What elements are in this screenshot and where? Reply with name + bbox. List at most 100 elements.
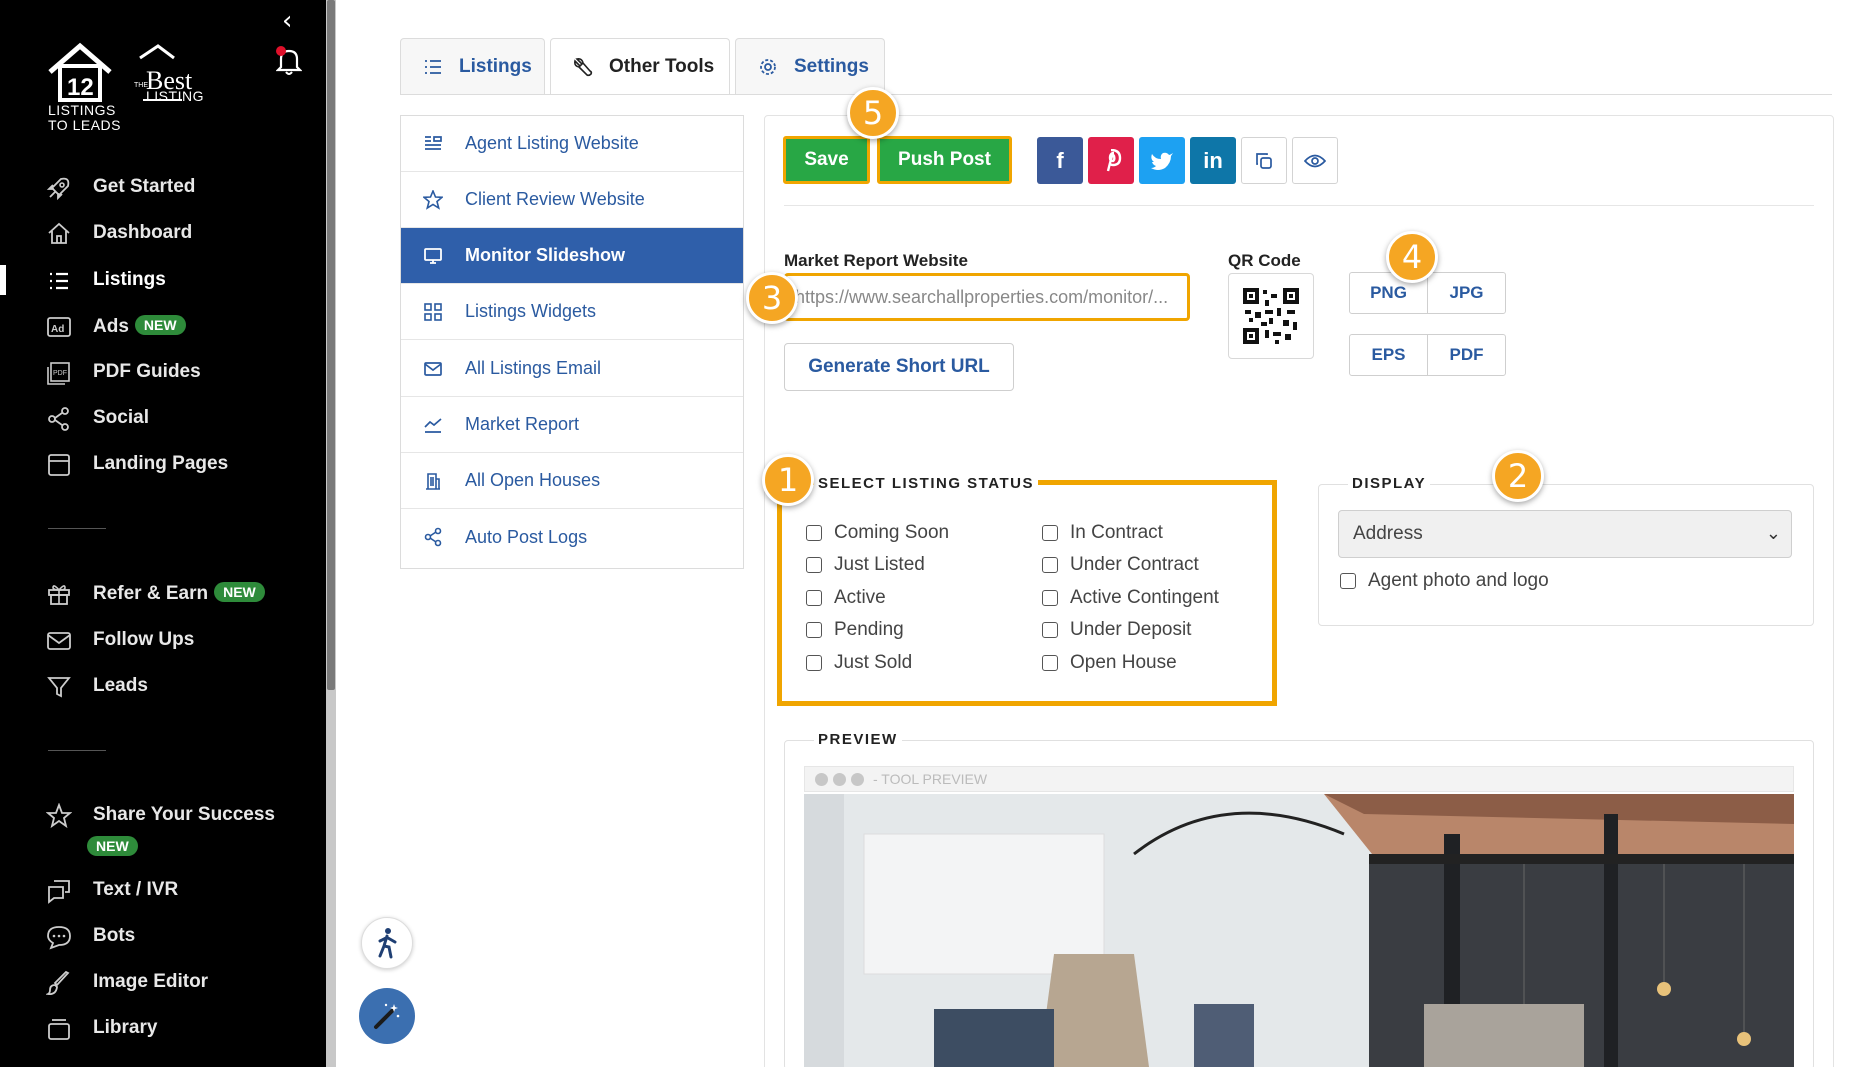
submenu-label: All Listings Email (465, 358, 602, 378)
submenu-item-auto-post-logs[interactable]: Auto Post Logs (401, 509, 743, 565)
sidebar-item-dashboard[interactable]: Dashboard (0, 213, 326, 253)
sidebar-item-label: Get Started (93, 176, 196, 197)
checkbox[interactable] (1042, 655, 1058, 671)
save-button[interactable]: Save (783, 136, 870, 184)
qr-code-icon (1243, 288, 1299, 344)
facebook-share-button[interactable]: f (1037, 137, 1083, 184)
tab-listings[interactable]: Listings (400, 38, 545, 94)
checkbox[interactable] (1042, 590, 1058, 606)
download-pdf-button[interactable]: PDF (1427, 334, 1506, 376)
checkbox[interactable] (1042, 557, 1058, 573)
checkbox[interactable] (806, 525, 822, 541)
status-checkbox-active[interactable]: Active (806, 587, 886, 609)
sidebar-item-text-ivr[interactable]: Text / IVR (0, 870, 326, 910)
submenu-item-client-review-website[interactable]: Client Review Website (401, 172, 743, 228)
status-checkbox-coming-soon[interactable]: Coming Soon (806, 522, 949, 544)
checkbox[interactable] (1042, 622, 1058, 638)
submenu-item-all-open-houses[interactable]: All Open Houses (401, 453, 743, 509)
new-badge: NEW (134, 314, 186, 335)
status-checkbox-just-listed[interactable]: Just Listed (806, 554, 925, 576)
pinterest-share-button[interactable] (1088, 137, 1134, 184)
callout-4: 4 (1386, 231, 1438, 283)
download-eps-button[interactable]: EPS (1349, 334, 1428, 376)
svg-text:PDF: PDF (53, 370, 67, 377)
status-checkbox-open-house[interactable]: Open House (1042, 652, 1177, 674)
sidebar-scrollbar[interactable] (326, 0, 336, 1067)
sidebar-item-landing-pages[interactable]: Landing Pages (0, 444, 326, 484)
svg-text:12: 12 (67, 74, 94, 101)
checkbox[interactable] (806, 590, 822, 606)
svg-text:Ad: Ad (51, 324, 64, 335)
tab-other-tools[interactable]: Other Tools (550, 38, 730, 95)
chevron-left-icon[interactable]: ‹ (282, 6, 292, 36)
copy-icon (1256, 152, 1272, 169)
push-post-button[interactable]: Push Post (877, 136, 1012, 184)
sidebar-item-follow-ups[interactable]: Follow Ups (0, 620, 326, 660)
copy-link-button[interactable] (1241, 137, 1287, 184)
sidebar-item-image-editor[interactable]: Image Editor (0, 962, 326, 1002)
callout-3: 3 (746, 272, 798, 324)
tabs-divider (400, 94, 1832, 95)
list-icon (425, 59, 441, 74)
sidebar-item-social[interactable]: Social (0, 398, 326, 438)
sidebar-item-get-started[interactable]: Get Started (0, 167, 326, 207)
checkbox[interactable] (1042, 525, 1058, 541)
sidebar-item-share-your-success[interactable]: Share Your Success (0, 795, 326, 835)
submenu-item-monitor-slideshow[interactable]: Monitor Slideshow (401, 228, 743, 284)
display-title: DISPLAY (1348, 475, 1431, 492)
tab-label: Listings (459, 55, 532, 77)
submenu-label: All Open Houses (465, 470, 601, 490)
sidebar-item-label: Image Editor (93, 971, 209, 992)
logo-text-line1: LISTINGS (48, 102, 116, 118)
sidebar-item-bots[interactable]: Bots (0, 916, 326, 956)
checkbox[interactable] (1340, 573, 1356, 589)
submenu-item-agent-listing-website[interactable]: Agent Listing Website (401, 116, 743, 172)
display-select[interactable]: Address ⌄ (1338, 510, 1792, 558)
magic-wand-button[interactable] (359, 988, 415, 1044)
sidebar-item-library[interactable]: Library (0, 1008, 326, 1048)
submenu-item-all-listings-email[interactable]: All Listings Email (401, 341, 743, 397)
twitter-share-button[interactable] (1139, 137, 1185, 184)
status-checkbox-pending[interactable]: Pending (806, 619, 904, 641)
facebook-icon: f (1056, 147, 1064, 173)
download-jpg-button[interactable]: JPG (1427, 272, 1506, 314)
scrollbar-thumb[interactable] (327, 0, 335, 690)
checkbox[interactable] (806, 655, 822, 671)
bell-icon[interactable] (276, 46, 302, 76)
market-report-url-input[interactable] (795, 286, 1187, 308)
interior-photo-icon (804, 794, 1794, 1067)
logo-text-line2: TO LEADS (48, 117, 121, 133)
status-checkbox-in-contract[interactable]: In Contract (1042, 522, 1163, 544)
submenu-item-listings-widgets[interactable]: Listings Widgets (401, 284, 743, 340)
submenu-item-market-report[interactable]: Market Report (401, 397, 743, 453)
tab-settings[interactable]: Settings (735, 38, 885, 94)
mail-icon (47, 632, 71, 650)
sidebar-item-pdf-guides[interactable]: PDF PDF Guides (0, 352, 326, 392)
envelope-icon (424, 361, 442, 376)
status-checkbox-just-sold[interactable]: Just Sold (806, 652, 912, 674)
sidebar-item-refer-earn[interactable]: Refer & Earn NEW (0, 573, 326, 613)
sidebar-item-label: Follow Ups (93, 629, 195, 650)
status-checkbox-under-deposit[interactable]: Under Deposit (1042, 619, 1191, 641)
tab-label: Other Tools (609, 56, 715, 77)
checkbox[interactable] (806, 557, 822, 573)
status-checkbox-active-contingent[interactable]: Active Contingent (1042, 587, 1219, 609)
submenu-label: Listings Widgets (465, 301, 597, 321)
sidebar-item-listings[interactable]: Listings (0, 260, 326, 300)
tab-label: Settings (794, 55, 869, 77)
checkbox[interactable] (806, 622, 822, 638)
eye-icon (1304, 154, 1326, 167)
agent-photo-logo-checkbox[interactable]: Agent photo and logo (1340, 570, 1549, 592)
preview-button[interactable] (1292, 137, 1338, 184)
sidebar-item-label: Dashboard (93, 222, 193, 243)
magic-wand-icon (374, 1003, 400, 1029)
sidebar-item-ads[interactable]: Ad Ads NEW (0, 306, 326, 346)
status-checkbox-under-contract[interactable]: Under Contract (1042, 554, 1199, 576)
sidebar-item-leads[interactable]: Leads (0, 666, 326, 706)
widgets-icon (424, 302, 442, 321)
generate-short-url-button[interactable]: Generate Short URL (784, 343, 1014, 391)
accessibility-button[interactable] (361, 917, 413, 969)
window-dot (851, 772, 864, 786)
market-report-url-field[interactable] (784, 273, 1190, 321)
linkedin-share-button[interactable]: in (1190, 137, 1236, 184)
